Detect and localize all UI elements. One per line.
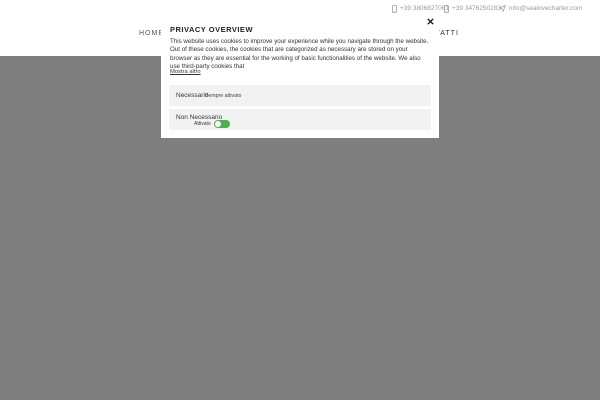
phone-1-text: +39 3806827061 bbox=[400, 5, 449, 12]
contact-email[interactable]: info@sealovecharter.com bbox=[499, 3, 582, 14]
contact-phone-1[interactable]: +39 3806827061 bbox=[392, 3, 449, 14]
contact-phone-2[interactable]: +39 3476250283 bbox=[444, 3, 501, 14]
toggle-knob bbox=[214, 121, 221, 127]
mobile-phone-icon bbox=[444, 4, 449, 13]
cookie-section-necessary[interactable]: Necessario Sempre attivato bbox=[169, 85, 431, 106]
modal-title: PRIVACY OVERVIEW bbox=[170, 25, 254, 34]
close-icon bbox=[426, 17, 434, 25]
email-text: info@sealovecharter.com bbox=[509, 5, 583, 12]
phone-2-text: +39 3476250283 bbox=[452, 5, 501, 12]
mobile-phone-icon bbox=[392, 4, 397, 13]
toggle-label: Attivato bbox=[194, 121, 211, 127]
toggle-wrap: Attivato bbox=[194, 120, 230, 128]
always-enabled-text: Sempre attivato bbox=[205, 93, 242, 99]
section-label-necessary: Necessario bbox=[176, 92, 209, 99]
modal-body-text: This website uses cookies to improve you… bbox=[170, 38, 429, 71]
send-icon bbox=[499, 5, 506, 12]
cookie-section-non-necessary[interactable]: Non Necessario Attivato bbox=[169, 109, 431, 130]
show-more-link[interactable]: Mostra altro bbox=[170, 69, 201, 75]
non-necessary-toggle[interactable] bbox=[213, 120, 230, 128]
close-button[interactable] bbox=[425, 16, 435, 26]
